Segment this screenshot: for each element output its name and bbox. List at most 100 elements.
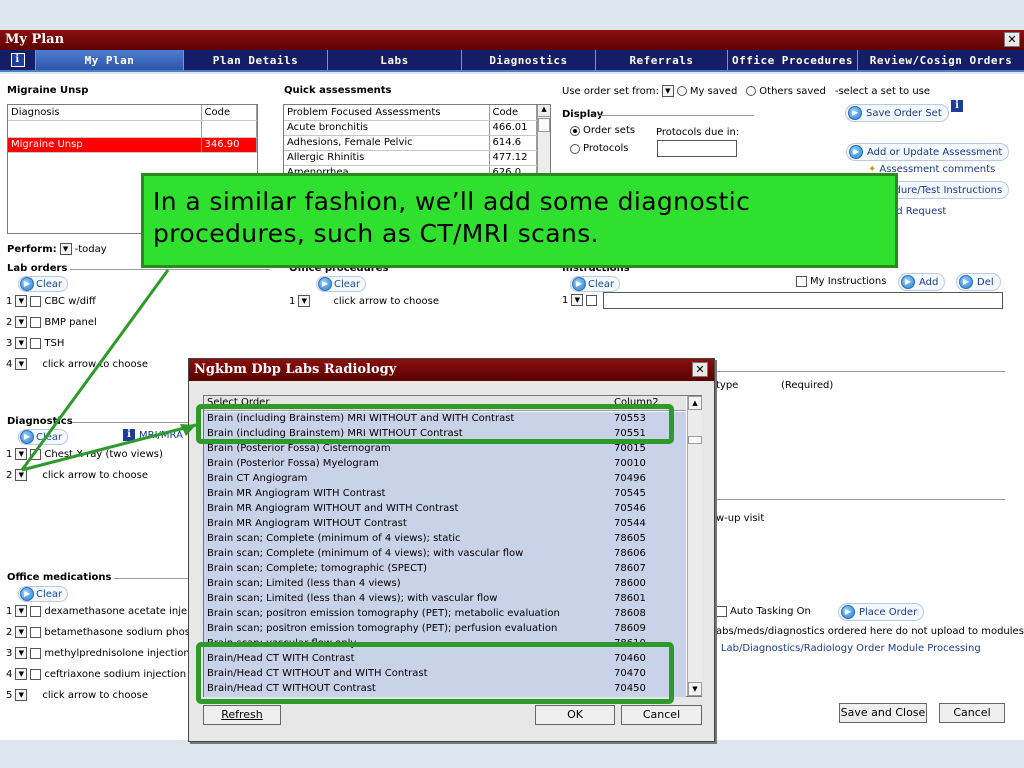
instruction-checkbox[interactable] [586, 294, 598, 306]
order-row[interactable]: Brain scan; Limited (less than 4 views);… [204, 592, 686, 607]
auto-tasking-checkbox[interactable] [716, 606, 727, 617]
instructions-del-button[interactable]: ▶ Del [956, 273, 1001, 291]
dropdown-icon[interactable]: ▼ [15, 647, 28, 659]
order-row[interactable]: Brain scan; Complete; tomographic (SPECT… [204, 562, 686, 577]
tab-plan-details[interactable]: Plan Details [184, 50, 328, 70]
order-row[interactable]: Brain (Posterior Fossa) Cisternogram 7001… [204, 442, 686, 457]
diagnostic-checkbox[interactable] [30, 448, 42, 460]
clear-icon: ▶ [572, 277, 586, 291]
diagnosis-row-name[interactable]: Migraine Unsp [8, 137, 202, 153]
dropdown-icon[interactable]: ▼ [15, 668, 28, 680]
tab-referrals[interactable]: Referrals [596, 50, 728, 70]
order-name: Brain scan; positron emission tomography… [207, 623, 558, 634]
dropdown-icon[interactable]: ▼ [15, 316, 28, 328]
order-sets-option[interactable]: Order sets [570, 125, 635, 136]
info-icon[interactable]: i [950, 99, 964, 113]
order-code: 70010 [614, 458, 646, 469]
order-name: Brain MR Angiogram WITHOUT and WITH Cont… [207, 503, 459, 514]
dropdown-icon[interactable]: ▼ [15, 605, 28, 617]
add-update-assessment-button[interactable]: ▶ Add or Update Assessment [846, 143, 1010, 161]
order-row[interactable]: Brain MR Angiogram WITHOUT and WITH Cont… [204, 502, 686, 517]
my-instructions-option[interactable]: My Instructions [796, 276, 886, 287]
office-medication-checkbox[interactable] [30, 626, 42, 638]
ok-button[interactable]: OK [535, 705, 615, 725]
quick-assessment-row[interactable]: Adhesions, Female Pelvic 614.6 [284, 135, 537, 151]
lab-order-checkbox[interactable] [30, 337, 42, 349]
info-icon[interactable]: i [0, 50, 36, 70]
instructions-add-button[interactable]: ▶ Add [898, 273, 946, 291]
order-name: Brain scan; Limited (less than 4 views);… [207, 593, 498, 604]
order-row[interactable]: Brain scan; positron emission tomography… [204, 607, 686, 622]
scroll-up-icon[interactable]: ▲ [688, 396, 702, 410]
dropdown-icon[interactable]: ▼ [15, 337, 28, 349]
tab-labs[interactable]: Labs [328, 50, 462, 70]
instructions-clear-button[interactable]: ▶ Clear [570, 276, 621, 292]
dropdown-icon[interactable]: ▼ [15, 295, 28, 307]
mri-mra-link[interactable]: i MRI/MRA [122, 428, 183, 442]
order-row[interactable]: Brain scan; Complete (minimum of 4 views… [204, 547, 686, 562]
window-title-bar: My Plan ✕ [0, 30, 1024, 50]
tab-office-procedures[interactable]: Office Procedures [728, 50, 858, 70]
place-order-button[interactable]: ▶ Place Order [838, 603, 925, 621]
instruction-input[interactable] [603, 292, 1003, 309]
order-row[interactable]: Brain MR Angiogram WITH Contrast 70545 [204, 487, 686, 502]
order-set-dropdown-icon[interactable]: ▼ [661, 85, 674, 97]
dropdown-icon[interactable]: ▼ [15, 469, 28, 481]
tab-diagnostics[interactable]: Diagnostics [462, 50, 596, 70]
order-list-scrollbar[interactable]: ▲ ▼ [687, 396, 702, 696]
auto-tasking-option[interactable]: Auto Tasking On [716, 606, 811, 617]
tab-my-plan[interactable]: My Plan [36, 50, 184, 70]
office-medication-checkbox[interactable] [30, 605, 42, 617]
office-medication-checkbox[interactable] [30, 647, 42, 659]
dropdown-icon[interactable]: ▼ [15, 626, 28, 638]
perform-value: -today [74, 243, 107, 255]
office-medications-clear-button[interactable]: ▶ Clear [18, 586, 69, 602]
dropdown-icon[interactable]: ▼ [15, 689, 28, 701]
quick-assessment-row[interactable]: Acute bronchitis 466.01 [284, 120, 537, 136]
diagnostics-clear-button[interactable]: ▶ Clear [18, 429, 69, 445]
save-order-set-button[interactable]: ▶ Save Order Set [845, 104, 949, 122]
lab-orders-clear-button[interactable]: ▶ Clear [18, 276, 69, 292]
use-order-set-label: Use order set from: [562, 85, 659, 97]
scroll-up-icon[interactable]: ▲ [538, 105, 550, 117]
order-row[interactable]: Brain CT Angiogram 70496 [204, 472, 686, 487]
dialog-close-icon[interactable]: ✕ [692, 362, 708, 377]
order-sets-radio[interactable] [570, 125, 580, 136]
dropdown-icon[interactable]: ▼ [15, 448, 28, 460]
protocols-radio[interactable] [570, 143, 580, 154]
perform-dropdown-icon[interactable]: ▼ [59, 243, 72, 255]
save-and-close-button[interactable]: Save and Close [839, 703, 927, 723]
office-medication-checkbox[interactable] [30, 668, 42, 680]
tab-review-cosign-orders[interactable]: Review/Cosign Orders [858, 50, 1024, 70]
order-row[interactable]: Brain scan; positron emission tomography… [204, 622, 686, 637]
scroll-thumb[interactable] [538, 118, 550, 132]
clear-icon: ▶ [20, 430, 34, 444]
order-row[interactable]: Brain scan; Limited (less than 4 views) 7… [204, 577, 686, 592]
office-medication-row: 2 ▼ betamethasone sodium phos [6, 626, 190, 638]
scroll-thumb[interactable] [688, 436, 702, 444]
dropdown-icon[interactable]: ▼ [298, 295, 311, 307]
order-module-link[interactable]: •Lab/Diagnostics/Radiology Order Module … [712, 643, 981, 654]
lab-order-checkbox[interactable] [30, 316, 42, 328]
diagnosis-row-code[interactable]: 346.90 [201, 137, 257, 153]
office-procedures-clear-button[interactable]: ▶ Clear [316, 276, 367, 292]
dropdown-icon[interactable]: ▼ [571, 294, 584, 306]
others-saved-radio[interactable] [746, 86, 757, 96]
order-row[interactable]: Brain (Posterior Fossa) Myelogram 70010 [204, 457, 686, 472]
diagnostic-row: 2 ▼ click arrow to choose [6, 469, 148, 481]
refresh-button[interactable]: Refresh [203, 705, 281, 725]
dropdown-icon[interactable]: ▼ [15, 358, 28, 370]
protocols-due-input[interactable] [657, 140, 737, 157]
close-icon[interactable]: ✕ [1004, 32, 1020, 47]
my-instructions-checkbox[interactable] [796, 276, 807, 287]
order-row[interactable]: Brain scan; Complete (minimum of 4 views… [204, 532, 686, 547]
order-row[interactable]: Brain MR Angiogram WITHOUT Contrast 70544 [204, 517, 686, 532]
protocols-option[interactable]: Protocols [570, 143, 629, 154]
my-saved-label: My saved [689, 85, 738, 97]
lab-order-checkbox[interactable] [30, 295, 42, 307]
quick-assessment-row[interactable]: Allergic Rhinitis 477.12 [284, 150, 537, 166]
scroll-down-icon[interactable]: ▼ [688, 682, 702, 696]
cancel-button[interactable]: Cancel [939, 703, 1005, 723]
my-saved-radio[interactable] [676, 86, 687, 96]
dialog-cancel-button[interactable]: Cancel [621, 705, 702, 725]
